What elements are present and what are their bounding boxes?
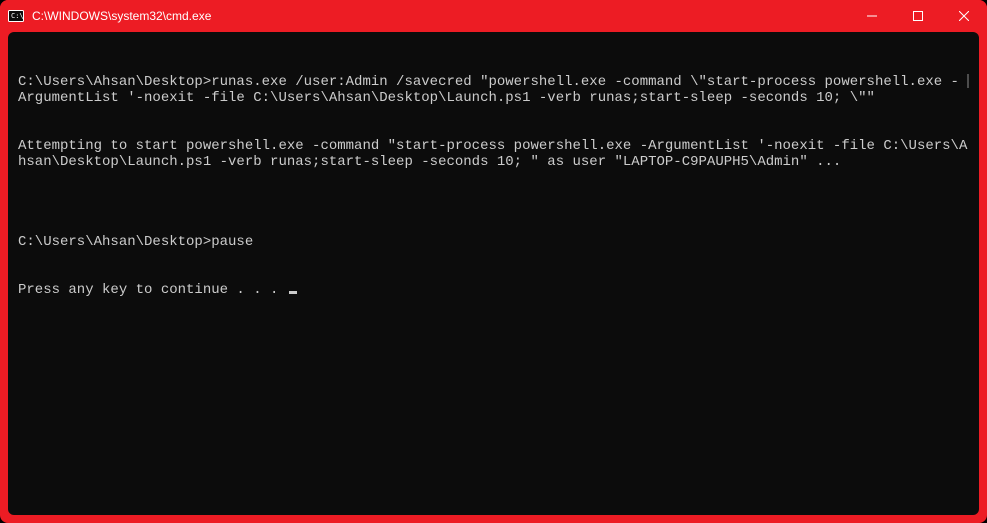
terminal[interactable]: C:\Users\Ahsan\Desktop>runas.exe /user:A…: [8, 32, 979, 515]
svg-text:C:\: C:\: [11, 12, 24, 20]
terminal-line: C:\Users\Ahsan\Desktop>runas.exe /user:A…: [18, 74, 963, 106]
maximize-button[interactable]: [895, 0, 941, 32]
window-controls: [849, 0, 987, 32]
cursor: [289, 291, 297, 294]
window-title: C:\WINDOWS\system32\cmd.exe: [32, 9, 211, 23]
scrollbar-hint[interactable]: [967, 74, 969, 88]
close-button[interactable]: [941, 0, 987, 32]
maximize-icon: [913, 11, 923, 21]
close-icon: [959, 11, 969, 21]
cmd-icon: C:\: [8, 8, 24, 24]
terminal-line: Attempting to start powershell.exe -comm…: [18, 138, 969, 170]
cmd-window: C:\ C:\WINDOWS\system32\cmd.exe: [0, 0, 987, 523]
terminal-line: Press any key to continue . . .: [18, 282, 969, 298]
terminal-text: Press any key to continue . . .: [18, 282, 287, 298]
terminal-line: C:\Users\Ahsan\Desktop>pause: [18, 234, 969, 250]
minimize-icon: [867, 11, 877, 21]
minimize-button[interactable]: [849, 0, 895, 32]
terminal-wrap: C:\Users\Ahsan\Desktop>runas.exe /user:A…: [0, 32, 987, 523]
titlebar[interactable]: C:\ C:\WINDOWS\system32\cmd.exe: [0, 0, 987, 32]
